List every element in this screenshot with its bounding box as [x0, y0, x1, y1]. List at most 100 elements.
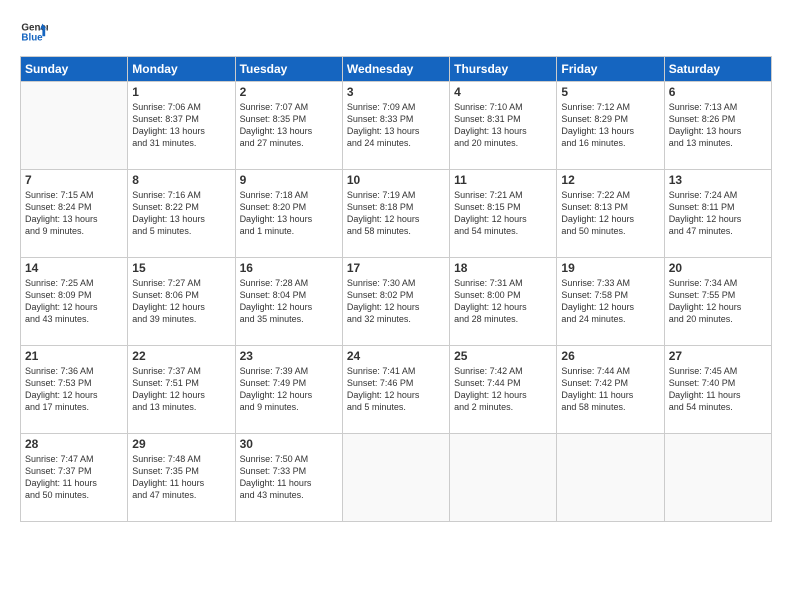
day-info: Sunrise: 7:34 AM Sunset: 7:55 PM Dayligh…	[669, 277, 767, 326]
col-header-wednesday: Wednesday	[342, 57, 449, 82]
calendar-cell: 4Sunrise: 7:10 AM Sunset: 8:31 PM Daylig…	[450, 82, 557, 170]
calendar-cell: 27Sunrise: 7:45 AM Sunset: 7:40 PM Dayli…	[664, 346, 771, 434]
calendar-cell: 2Sunrise: 7:07 AM Sunset: 8:35 PM Daylig…	[235, 82, 342, 170]
day-info: Sunrise: 7:50 AM Sunset: 7:33 PM Dayligh…	[240, 453, 338, 502]
day-number: 20	[669, 261, 767, 275]
col-header-friday: Friday	[557, 57, 664, 82]
calendar-cell: 3 Sunrise: 7:09 AM Sunset: 8:33 PM Daylig…	[342, 82, 449, 170]
calendar-cell: 13 Sunrise: 7:24 AM Sunset: 8:11 PM Dayli…	[664, 170, 771, 258]
day-info: Sunrise: 7:27 AM Sunset: 8:06 PM Dayligh…	[132, 277, 230, 326]
day-info: Sunrise: 7:13 AM Sunset: 8:26 PM Dayligh…	[669, 101, 767, 150]
calendar-table: SundayMondayTuesdayWednesdayThursdayFrid…	[20, 56, 772, 522]
day-info: Sunrise: 7:42 AM Sunset: 7:44 PM Dayligh…	[454, 365, 552, 414]
calendar-cell: 24Sunrise: 7:41 AM Sunset: 7:46 PM Dayli…	[342, 346, 449, 434]
calendar-cell: 26Sunrise: 7:44 AM Sunset: 7:42 PM Dayli…	[557, 346, 664, 434]
calendar-cell: 11Sunrise: 7:21 AM Sunset: 8:15 PM Dayli…	[450, 170, 557, 258]
col-header-monday: Monday	[128, 57, 235, 82]
day-number: 25	[454, 349, 552, 363]
calendar-cell: 21 Sunrise: 7:36 AM Sunset: 7:53 PM Dayli…	[21, 346, 128, 434]
calendar-week-4: 28Sunrise: 7:47 AM Sunset: 7:37 PM Dayli…	[21, 434, 772, 522]
calendar-cell: 17 Sunrise: 7:30 AM Sunset: 8:02 PM Dayli…	[342, 258, 449, 346]
day-number: 29	[132, 437, 230, 451]
day-number: 1	[132, 85, 230, 99]
calendar-cell	[450, 434, 557, 522]
day-number: 18	[454, 261, 552, 275]
calendar-cell	[21, 82, 128, 170]
logo: General Blue	[20, 18, 48, 46]
day-number: 7	[25, 173, 123, 187]
day-info: Sunrise: 7:06 AM Sunset: 8:37 PM Dayligh…	[132, 101, 230, 150]
logo-icon: General Blue	[20, 18, 48, 46]
calendar-cell: 28Sunrise: 7:47 AM Sunset: 7:37 PM Dayli…	[21, 434, 128, 522]
calendar-cell: 16 Sunrise: 7:28 AM Sunset: 8:04 PM Dayli…	[235, 258, 342, 346]
day-info: Sunrise: 7:31 AM Sunset: 8:00 PM Dayligh…	[454, 277, 552, 326]
day-number: 5	[561, 85, 659, 99]
calendar-cell: 8 Sunrise: 7:16 AM Sunset: 8:22 PM Daylig…	[128, 170, 235, 258]
day-info: Sunrise: 7:25 AM Sunset: 8:09 PM Dayligh…	[25, 277, 123, 326]
day-number: 19	[561, 261, 659, 275]
calendar-cell: 23 Sunrise: 7:39 AM Sunset: 7:49 PM Dayli…	[235, 346, 342, 434]
day-number: 17	[347, 261, 445, 275]
calendar-header-row: SundayMondayTuesdayWednesdayThursdayFrid…	[21, 57, 772, 82]
day-number: 2	[240, 85, 338, 99]
day-number: 3	[347, 85, 445, 99]
col-header-tuesday: Tuesday	[235, 57, 342, 82]
page-header: General Blue	[20, 18, 772, 46]
day-number: 15	[132, 261, 230, 275]
calendar-week-3: 21 Sunrise: 7:36 AM Sunset: 7:53 PM Dayli…	[21, 346, 772, 434]
calendar-cell: 18 Sunrise: 7:31 AM Sunset: 8:00 PM Dayli…	[450, 258, 557, 346]
day-info: Sunrise: 7:24 AM Sunset: 8:11 PM Dayligh…	[669, 189, 767, 238]
calendar-week-2: 14 Sunrise: 7:25 AM Sunset: 8:09 PM Dayli…	[21, 258, 772, 346]
calendar-cell	[342, 434, 449, 522]
day-number: 21	[25, 349, 123, 363]
day-info: Sunrise: 7:44 AM Sunset: 7:42 PM Dayligh…	[561, 365, 659, 414]
day-info: Sunrise: 7:18 AM Sunset: 8:20 PM Dayligh…	[240, 189, 338, 238]
day-info: Sunrise: 7:16 AM Sunset: 8:22 PM Dayligh…	[132, 189, 230, 238]
day-number: 8	[132, 173, 230, 187]
calendar-week-1: 7 Sunrise: 7:15 AM Sunset: 8:24 PM Daylig…	[21, 170, 772, 258]
day-info: Sunrise: 7:12 AM Sunset: 8:29 PM Dayligh…	[561, 101, 659, 150]
day-info: Sunrise: 7:47 AM Sunset: 7:37 PM Dayligh…	[25, 453, 123, 502]
calendar-cell: 14 Sunrise: 7:25 AM Sunset: 8:09 PM Dayli…	[21, 258, 128, 346]
day-info: Sunrise: 7:36 AM Sunset: 7:53 PM Dayligh…	[25, 365, 123, 414]
day-info: Sunrise: 7:28 AM Sunset: 8:04 PM Dayligh…	[240, 277, 338, 326]
calendar-cell: 10 Sunrise: 7:19 AM Sunset: 8:18 PM Dayli…	[342, 170, 449, 258]
day-number: 13	[669, 173, 767, 187]
day-info: Sunrise: 7:15 AM Sunset: 8:24 PM Dayligh…	[25, 189, 123, 238]
day-number: 9	[240, 173, 338, 187]
day-info: Sunrise: 7:09 AM Sunset: 8:33 PM Dayligh…	[347, 101, 445, 150]
day-info: Sunrise: 7:39 AM Sunset: 7:49 PM Dayligh…	[240, 365, 338, 414]
day-info: Sunrise: 7:33 AM Sunset: 7:58 PM Dayligh…	[561, 277, 659, 326]
calendar-cell: 1 Sunrise: 7:06 AM Sunset: 8:37 PM Daylig…	[128, 82, 235, 170]
col-header-saturday: Saturday	[664, 57, 771, 82]
calendar-cell: 19 Sunrise: 7:33 AM Sunset: 7:58 PM Dayli…	[557, 258, 664, 346]
day-number: 16	[240, 261, 338, 275]
day-info: Sunrise: 7:30 AM Sunset: 8:02 PM Dayligh…	[347, 277, 445, 326]
day-info: Sunrise: 7:10 AM Sunset: 8:31 PM Dayligh…	[454, 101, 552, 150]
calendar-cell: 20 Sunrise: 7:34 AM Sunset: 7:55 PM Dayli…	[664, 258, 771, 346]
calendar-cell: 25 Sunrise: 7:42 AM Sunset: 7:44 PM Dayli…	[450, 346, 557, 434]
calendar-cell: 22Sunrise: 7:37 AM Sunset: 7:51 PM Dayli…	[128, 346, 235, 434]
day-info: Sunrise: 7:19 AM Sunset: 8:18 PM Dayligh…	[347, 189, 445, 238]
day-number: 30	[240, 437, 338, 451]
calendar-cell: 9 Sunrise: 7:18 AM Sunset: 8:20 PM Daylig…	[235, 170, 342, 258]
calendar-cell	[557, 434, 664, 522]
day-number: 10	[347, 173, 445, 187]
day-number: 24	[347, 349, 445, 363]
day-info: Sunrise: 7:22 AM Sunset: 8:13 PM Dayligh…	[561, 189, 659, 238]
day-info: Sunrise: 7:37 AM Sunset: 7:51 PM Dayligh…	[132, 365, 230, 414]
day-number: 14	[25, 261, 123, 275]
svg-text:Blue: Blue	[21, 32, 43, 43]
calendar-cell: 5 Sunrise: 7:12 AM Sunset: 8:29 PM Daylig…	[557, 82, 664, 170]
calendar-cell: 30 Sunrise: 7:50 AM Sunset: 7:33 PM Dayli…	[235, 434, 342, 522]
calendar-cell: 29Sunrise: 7:48 AM Sunset: 7:35 PM Dayli…	[128, 434, 235, 522]
col-header-sunday: Sunday	[21, 57, 128, 82]
calendar-cell	[664, 434, 771, 522]
calendar-cell: 12 Sunrise: 7:22 AM Sunset: 8:13 PM Dayli…	[557, 170, 664, 258]
day-number: 12	[561, 173, 659, 187]
day-number: 23	[240, 349, 338, 363]
day-number: 6	[669, 85, 767, 99]
calendar-cell: 7 Sunrise: 7:15 AM Sunset: 8:24 PM Daylig…	[21, 170, 128, 258]
calendar-cell: 15 Sunrise: 7:27 AM Sunset: 8:06 PM Dayli…	[128, 258, 235, 346]
day-info: Sunrise: 7:21 AM Sunset: 8:15 PM Dayligh…	[454, 189, 552, 238]
